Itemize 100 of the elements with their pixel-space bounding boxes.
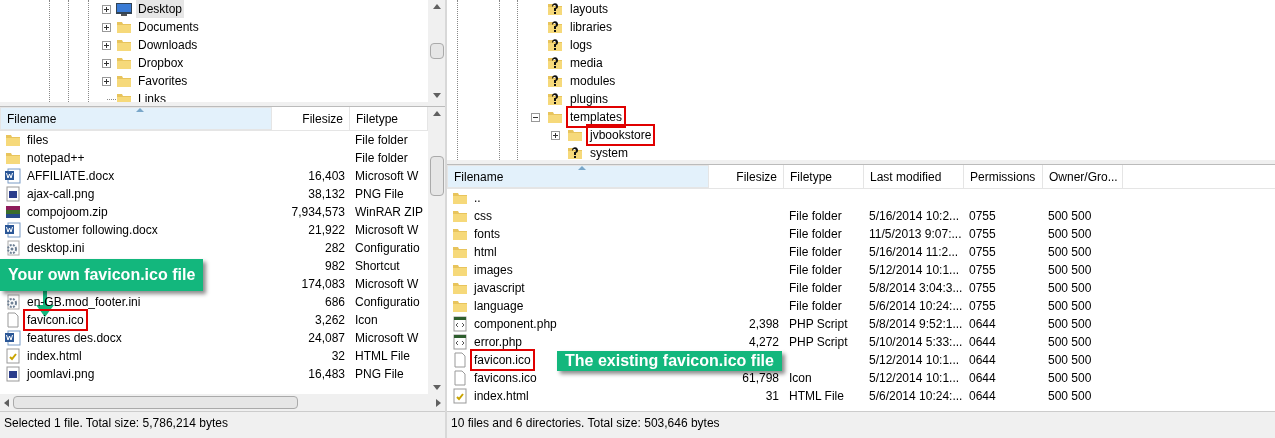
question-folder-icon bbox=[547, 91, 563, 107]
table-cell-text: Microsoft W bbox=[355, 276, 419, 293]
blank-file-icon bbox=[452, 370, 468, 386]
column-header[interactable]: Filesize bbox=[709, 165, 784, 188]
table-cell-text: Icon bbox=[789, 370, 812, 387]
table-cell-text: 5/12/2014 10:1... bbox=[869, 370, 960, 387]
scrollbar[interactable] bbox=[428, 0, 445, 102]
table-cell-text: Configuratio bbox=[355, 240, 420, 257]
column-header[interactable]: Last modified bbox=[864, 165, 964, 188]
expand-icon[interactable] bbox=[102, 76, 111, 86]
table-cell-text: Microsoft W bbox=[355, 222, 419, 239]
table-cell-text: 0755 bbox=[969, 298, 996, 315]
table-cell-text: HTML File bbox=[355, 348, 410, 365]
expand-icon[interactable] bbox=[102, 58, 111, 68]
table-cell-text: Microsoft W bbox=[355, 330, 419, 347]
table-cell-text: PHP Script bbox=[789, 316, 848, 333]
scroll-thumb[interactable] bbox=[429, 43, 444, 59]
expand-icon[interactable] bbox=[102, 22, 111, 32]
table-cell-text: 16,483 bbox=[308, 366, 345, 383]
question-folder-icon bbox=[567, 145, 583, 160]
table-cell-text: File folder bbox=[789, 262, 842, 279]
tree-item[interactable]: Favorites bbox=[136, 72, 190, 90]
tree-item[interactable]: Documents bbox=[136, 18, 201, 36]
tree-item[interactable]: Desktop bbox=[136, 0, 185, 18]
table-cell-text: 16,403 bbox=[308, 168, 345, 185]
table-cell-text: File folder bbox=[789, 208, 842, 225]
table-cell-text: 0644 bbox=[969, 334, 996, 351]
table-cell-text: 500 500 bbox=[1048, 388, 1092, 405]
scroll-up-icon[interactable] bbox=[432, 111, 441, 116]
archive-icon bbox=[5, 204, 21, 220]
table-cell-text: 7,934,573 bbox=[291, 204, 345, 221]
scroll-left-icon[interactable] bbox=[4, 398, 9, 407]
table-cell-text: 500 500 bbox=[1048, 370, 1092, 387]
column-header[interactable]: Filename bbox=[447, 165, 709, 188]
table-cell-text: 0755 bbox=[969, 280, 996, 297]
word-document-icon bbox=[5, 222, 21, 238]
folder-icon bbox=[452, 190, 468, 206]
table-cell-text: 2,398 bbox=[748, 316, 779, 333]
scroll-thumb[interactable] bbox=[13, 396, 298, 409]
blank-file-icon bbox=[5, 312, 21, 328]
tree-item[interactable]: Dropbox bbox=[136, 54, 186, 72]
html-file-icon bbox=[5, 348, 21, 364]
folder-icon bbox=[452, 208, 468, 224]
file-name[interactable]: favicon.ico bbox=[470, 349, 535, 371]
expand-icon[interactable] bbox=[551, 130, 560, 140]
scroll-down-icon[interactable] bbox=[432, 385, 441, 390]
tree-item[interactable]: jvbookstore bbox=[586, 124, 656, 146]
expand-icon[interactable] bbox=[102, 40, 111, 50]
table-cell-text: 0755 bbox=[969, 244, 996, 261]
table-cell-text: File folder bbox=[789, 226, 842, 243]
file-name[interactable]: favicon.ico bbox=[23, 309, 88, 331]
question-folder-icon bbox=[547, 55, 563, 71]
folder-icon bbox=[5, 150, 21, 166]
table-cell-text: 5/10/2014 5:33:... bbox=[869, 334, 963, 351]
table-cell-text: 5/12/2014 10:1... bbox=[869, 352, 960, 369]
callout-label: The existing favicon.ico file bbox=[557, 351, 782, 371]
table-cell-text: 32 bbox=[331, 348, 345, 365]
column-header[interactable]: Permissions bbox=[964, 165, 1043, 188]
table-cell-text: PHP Script bbox=[789, 334, 848, 351]
table-cell-text: 5/6/2014 10:24:... bbox=[869, 298, 963, 315]
table-cell-text: WinRAR ZIP bbox=[355, 204, 423, 221]
column-header[interactable]: Filename bbox=[0, 107, 272, 130]
table-cell-text: 500 500 bbox=[1048, 298, 1092, 315]
column-header[interactable]: Filesize bbox=[272, 107, 350, 130]
folder-icon bbox=[116, 73, 132, 89]
folder-icon bbox=[116, 55, 132, 71]
table-cell-text: File folder bbox=[789, 244, 842, 261]
table-cell-text: File folder bbox=[355, 132, 408, 149]
word-document-icon bbox=[5, 168, 21, 184]
scroll-up-icon[interactable] bbox=[432, 4, 441, 9]
question-folder-icon bbox=[547, 19, 563, 35]
folder-icon bbox=[116, 19, 132, 35]
scrollbar[interactable] bbox=[428, 107, 445, 394]
script-file-icon bbox=[452, 316, 468, 332]
html-file-icon bbox=[452, 388, 468, 404]
scroll-right-icon[interactable] bbox=[436, 398, 441, 407]
folder-icon bbox=[547, 109, 563, 125]
collapse-icon[interactable] bbox=[531, 112, 540, 122]
callout-label: Your own favicon.ico file bbox=[0, 259, 204, 291]
table-cell-text: 21,922 bbox=[308, 222, 345, 239]
expand-icon[interactable] bbox=[102, 4, 111, 14]
table-cell-text: 3,262 bbox=[314, 312, 345, 329]
question-folder-icon bbox=[547, 73, 563, 89]
table-cell-text: 0644 bbox=[969, 370, 996, 387]
column-header[interactable]: Owner/Gro... bbox=[1043, 165, 1123, 188]
tree-item[interactable]: templates bbox=[566, 106, 627, 128]
column-header[interactable]: Filetype bbox=[784, 165, 864, 188]
question-folder-icon bbox=[547, 37, 563, 53]
word-document-icon bbox=[5, 330, 21, 346]
table-cell-text: 38,132 bbox=[308, 186, 345, 203]
table-cell-text: PNG File bbox=[355, 366, 404, 383]
horizontal-scrollbar[interactable] bbox=[0, 394, 445, 411]
table-cell-text: 31 bbox=[765, 388, 779, 405]
tree-item[interactable]: Downloads bbox=[136, 36, 200, 54]
table-cell-text: 982 bbox=[324, 258, 345, 275]
scroll-thumb[interactable] bbox=[429, 156, 444, 196]
scroll-down-icon[interactable] bbox=[432, 93, 441, 98]
script-file-icon bbox=[452, 334, 468, 350]
table-cell-text: Microsoft W bbox=[355, 168, 419, 185]
table-cell-text: 0755 bbox=[969, 226, 996, 243]
